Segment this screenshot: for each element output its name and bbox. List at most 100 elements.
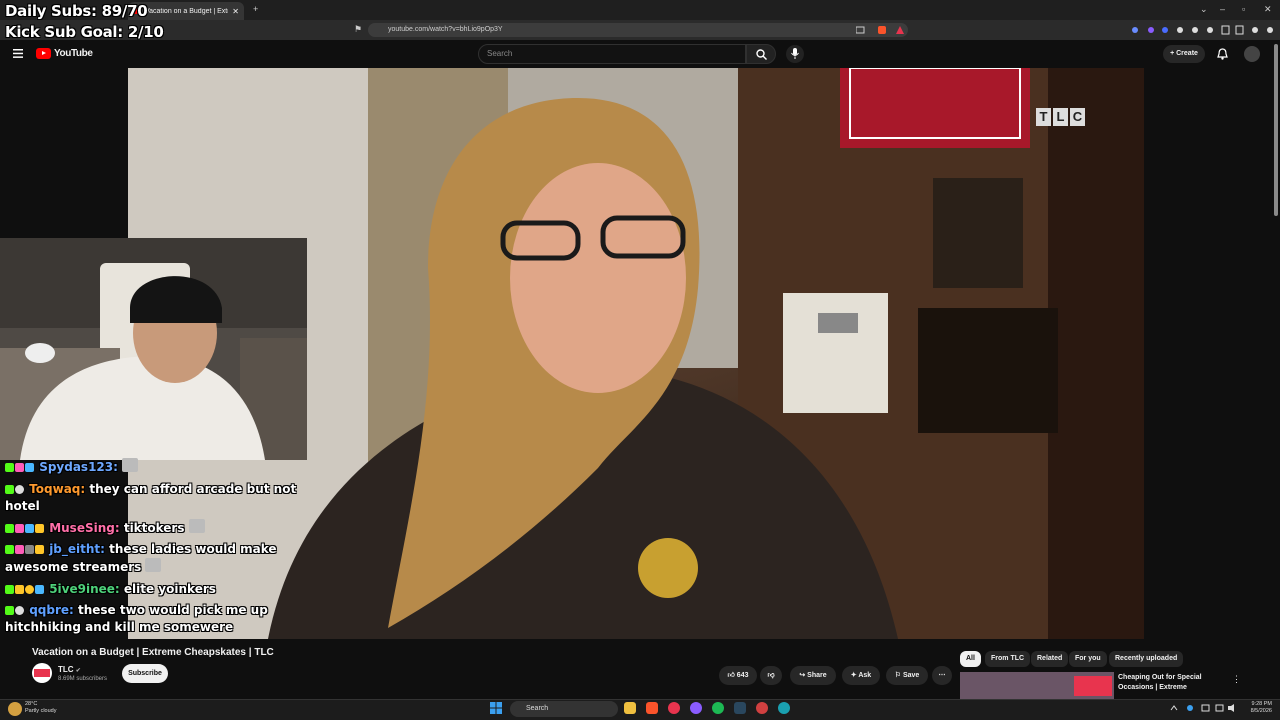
thumbs-down-icon: 👎︎ bbox=[767, 672, 775, 679]
chat-username: 5ive9inee: bbox=[49, 582, 120, 596]
notifications-bell-icon[interactable] bbox=[1217, 48, 1228, 60]
create-label: Create bbox=[1176, 50, 1198, 57]
youtube-play-icon bbox=[36, 48, 51, 59]
recommended-video-thumbnail[interactable] bbox=[960, 672, 1114, 700]
chat-message: jb_eitht: these ladies would make awesom… bbox=[5, 541, 305, 576]
temperature: 28°C bbox=[25, 701, 38, 707]
webcam-frame bbox=[0, 238, 307, 460]
system-tray-icons[interactable] bbox=[1170, 703, 1236, 713]
chip-for-you[interactable]: For you bbox=[1069, 651, 1107, 667]
kick-badge-icon bbox=[5, 463, 14, 472]
browser-toolbar-icons[interactable] bbox=[1130, 24, 1275, 36]
taskbar-search-label: Search bbox=[526, 705, 549, 712]
chip-recently-uploaded[interactable]: Recently uploaded bbox=[1109, 651, 1184, 667]
url-field[interactable]: youtube.com/watch?v=bhLio9pOp3Y bbox=[368, 23, 908, 37]
like-count: 643 bbox=[736, 672, 749, 679]
streamer-webcam bbox=[0, 238, 307, 460]
like-button[interactable]: 👍︎ 643 bbox=[719, 666, 757, 685]
edge-icon[interactable] bbox=[778, 702, 790, 714]
brave-browser-icon[interactable] bbox=[646, 702, 658, 714]
clock-badge-icon bbox=[15, 485, 24, 494]
new-tab-icon[interactable]: + bbox=[253, 4, 258, 14]
taskbar-search[interactable]: Search bbox=[510, 701, 618, 717]
windows-start-icon[interactable] bbox=[490, 702, 502, 714]
chat-message: MuseSing: tiktokers bbox=[5, 519, 305, 537]
kick-badge-icon bbox=[5, 485, 14, 494]
thumbs-up-icon: 👍︎ bbox=[727, 672, 735, 679]
dislike-button[interactable]: 👎︎ bbox=[760, 666, 782, 685]
youtube-logo[interactable]: YouTube bbox=[36, 48, 93, 59]
recommended-video-title[interactable]: Cheaping Out for Special Occasions | Ext… bbox=[1118, 673, 1228, 694]
hamburger-menu-icon[interactable] bbox=[13, 49, 23, 58]
save-button[interactable]: ⚐ Save bbox=[886, 666, 928, 685]
search-input[interactable]: Search bbox=[478, 44, 746, 64]
windows-taskbar bbox=[0, 699, 1280, 720]
kick-sub-goal-overlay: Kick Sub Goal: 2/10 bbox=[5, 23, 164, 41]
opera-icon[interactable] bbox=[668, 702, 680, 714]
share-icon: ↪ bbox=[799, 672, 806, 679]
coin-badge-icon bbox=[25, 585, 34, 594]
search-button[interactable] bbox=[746, 44, 776, 64]
browser-tab-bar: Vacation on a Budget | Extreme Cheapskat… bbox=[0, 0, 1280, 20]
bookmark-icon[interactable]: ⚑ bbox=[354, 24, 362, 35]
sub-badge-icon bbox=[15, 524, 24, 533]
spotify-icon[interactable] bbox=[712, 702, 724, 714]
ask-label: Ask bbox=[858, 672, 872, 679]
maximize-icon[interactable]: ▫ bbox=[1242, 4, 1245, 14]
chat-username: Spydas123: bbox=[39, 460, 118, 474]
more-icon: ⋯ bbox=[938, 672, 946, 679]
chat-username: MuseSing: bbox=[49, 521, 120, 535]
daily-subs-overlay: Daily Subs: 89/70 bbox=[5, 2, 148, 20]
tlc-logo-icon bbox=[34, 669, 50, 677]
save-label: Save bbox=[902, 672, 920, 679]
chip-from-tlc[interactable]: From TLC bbox=[985, 651, 1031, 667]
channel-name-text: TLC bbox=[58, 665, 74, 674]
microphone-icon bbox=[791, 48, 799, 59]
weather-icon[interactable] bbox=[8, 702, 22, 716]
file-explorer-icon[interactable] bbox=[624, 702, 636, 714]
steam-icon[interactable] bbox=[734, 702, 746, 714]
tlc-watermark: T L C bbox=[1036, 108, 1085, 126]
address-bar-extension-icons[interactable] bbox=[856, 25, 916, 35]
voice-search-button[interactable] bbox=[786, 45, 804, 63]
minimize-icon[interactable]: – bbox=[1220, 4, 1225, 14]
page-scrollbar-thumb[interactable] bbox=[1274, 44, 1278, 216]
search-placeholder: Search bbox=[487, 49, 513, 58]
trophy-badge-icon bbox=[35, 524, 44, 533]
channel-name[interactable]: TLC ✔ bbox=[58, 665, 81, 674]
weather-widget[interactable]: 28°C Partly cloudy bbox=[25, 701, 57, 715]
kick-badge-icon bbox=[5, 524, 14, 533]
share-button[interactable]: ↪ Share bbox=[790, 666, 836, 685]
clock-date: 8/5/2026 bbox=[1250, 708, 1272, 714]
chip-related[interactable]: Related bbox=[1031, 651, 1069, 667]
subscribe-button[interactable]: Subscribe bbox=[122, 664, 168, 683]
chat-text: elite yoinkers bbox=[123, 582, 216, 596]
search-icon bbox=[756, 49, 767, 60]
create-button[interactable]: + Create bbox=[1163, 45, 1205, 63]
share-label: Share bbox=[807, 672, 827, 679]
url-text: youtube.com/watch?v=bhLio9pOp3Y bbox=[388, 26, 503, 33]
channel-avatar[interactable] bbox=[32, 663, 52, 683]
trophy-badge-icon bbox=[35, 545, 44, 554]
close-window-icon[interactable]: ✕ bbox=[1264, 4, 1272, 15]
discord-icon[interactable] bbox=[690, 702, 702, 714]
sub-badge-icon bbox=[15, 545, 24, 554]
recommendation-menu-icon[interactable]: ⋮ bbox=[1232, 674, 1241, 685]
video-title: Vacation on a Budget | Extreme Cheapskat… bbox=[32, 647, 274, 658]
chat-text: these ladies would make awesome streamer… bbox=[5, 542, 277, 574]
account-avatar[interactable] bbox=[1244, 46, 1260, 62]
chevron-down-icon[interactable]: ⌄ bbox=[1200, 4, 1208, 15]
ask-button[interactable]: ✦ Ask bbox=[842, 666, 880, 685]
close-tab-icon[interactable]: ✕ bbox=[232, 7, 239, 16]
chat-message: Spydas123: bbox=[5, 458, 305, 476]
chat-message: Toqwaq: they can afford arcade but not h… bbox=[5, 481, 305, 515]
chip-all[interactable]: All bbox=[960, 651, 981, 667]
chrome-icon[interactable] bbox=[756, 702, 768, 714]
chat-username: Toqwaq: bbox=[29, 482, 86, 496]
taskbar-clock[interactable]: 9:28 PM 8/5/2026 bbox=[1240, 701, 1272, 715]
kick-badge-icon bbox=[5, 585, 14, 594]
gift-badge-icon bbox=[25, 545, 34, 554]
tlc-logo-icon bbox=[1074, 676, 1112, 696]
emote-icon bbox=[188, 519, 205, 533]
more-actions-button[interactable]: ⋯ bbox=[932, 666, 952, 685]
